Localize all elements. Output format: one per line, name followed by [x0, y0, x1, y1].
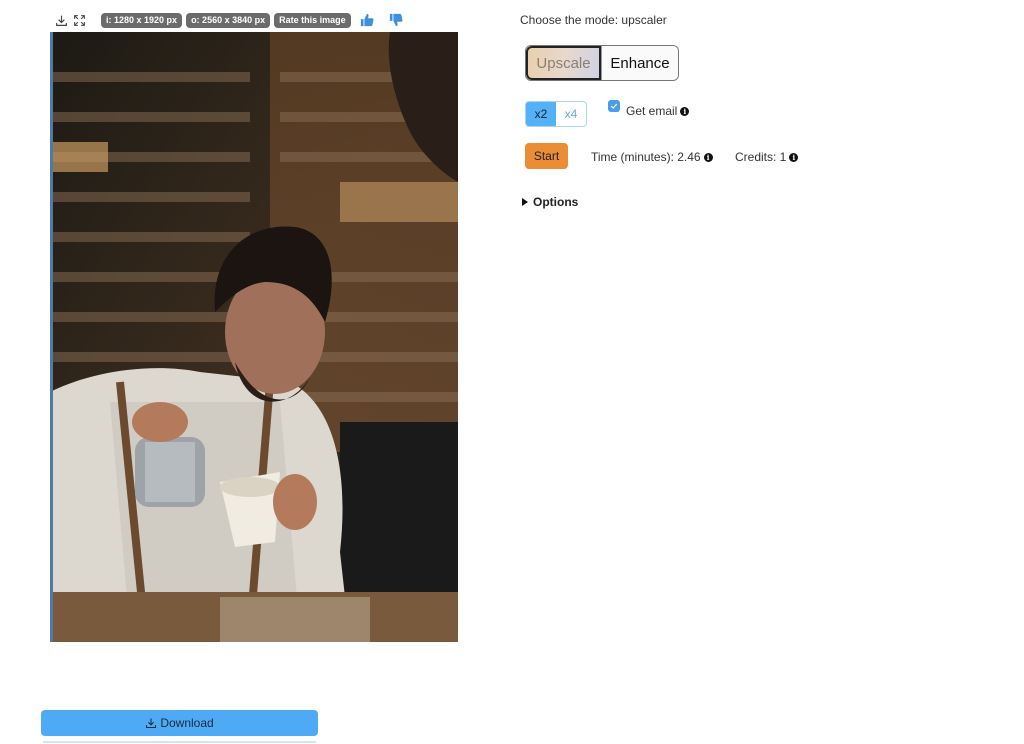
mode-toggle: Upscale Enhance [525, 45, 679, 81]
time-label: Time (minutes): 2.46 [591, 150, 701, 164]
barista-photo [50, 32, 458, 642]
mode-label: Choose the mode: upscaler [520, 13, 667, 27]
get-email-option: Get email i [608, 100, 690, 118]
download-button[interactable]: Download [41, 710, 318, 736]
start-button[interactable]: Start [525, 143, 568, 169]
compare-slider-handle[interactable] [50, 32, 53, 642]
image-toolbar: i: 1280 x 1920 px o: 2560 x 3840 px Rate… [53, 11, 404, 29]
get-email-checkbox[interactable] [608, 100, 620, 112]
input-size-badge: i: 1280 x 1920 px [101, 12, 183, 28]
options-disclosure[interactable]: Options [522, 195, 578, 209]
credits-label: Credits: 1 [735, 150, 787, 164]
check-icon [610, 103, 618, 109]
rate-image-button[interactable]: Rate this image [274, 12, 351, 28]
download-icon[interactable] [53, 12, 69, 28]
mode-upscale-button[interactable]: Upscale [526, 46, 601, 80]
triangle-right-icon [522, 198, 528, 206]
output-size-badge: o: 2560 x 3840 px [186, 12, 271, 28]
scale-x2-button[interactable]: x2 [526, 102, 556, 126]
get-email-label: Get email [626, 104, 678, 118]
mode-enhance-button[interactable]: Enhance [601, 46, 678, 80]
thumbs-down-icon[interactable] [388, 12, 404, 28]
info-icon[interactable]: i [680, 106, 690, 116]
scale-toggle: x2 x4 [525, 101, 587, 127]
scale-x4-button[interactable]: x4 [556, 102, 586, 126]
time-estimate: Time (minutes): 2.46 i [591, 150, 713, 164]
thumbs-up-icon[interactable] [359, 12, 375, 28]
result-image [50, 32, 458, 642]
info-icon[interactable]: i [703, 152, 713, 162]
info-icon[interactable]: i [789, 152, 799, 162]
download-label: Download [160, 716, 214, 730]
credits-info: Credits: 1 i [735, 150, 799, 164]
divider [43, 741, 316, 743]
fullscreen-icon[interactable] [71, 12, 87, 28]
download-icon [146, 718, 157, 729]
options-label: Options [533, 195, 579, 209]
